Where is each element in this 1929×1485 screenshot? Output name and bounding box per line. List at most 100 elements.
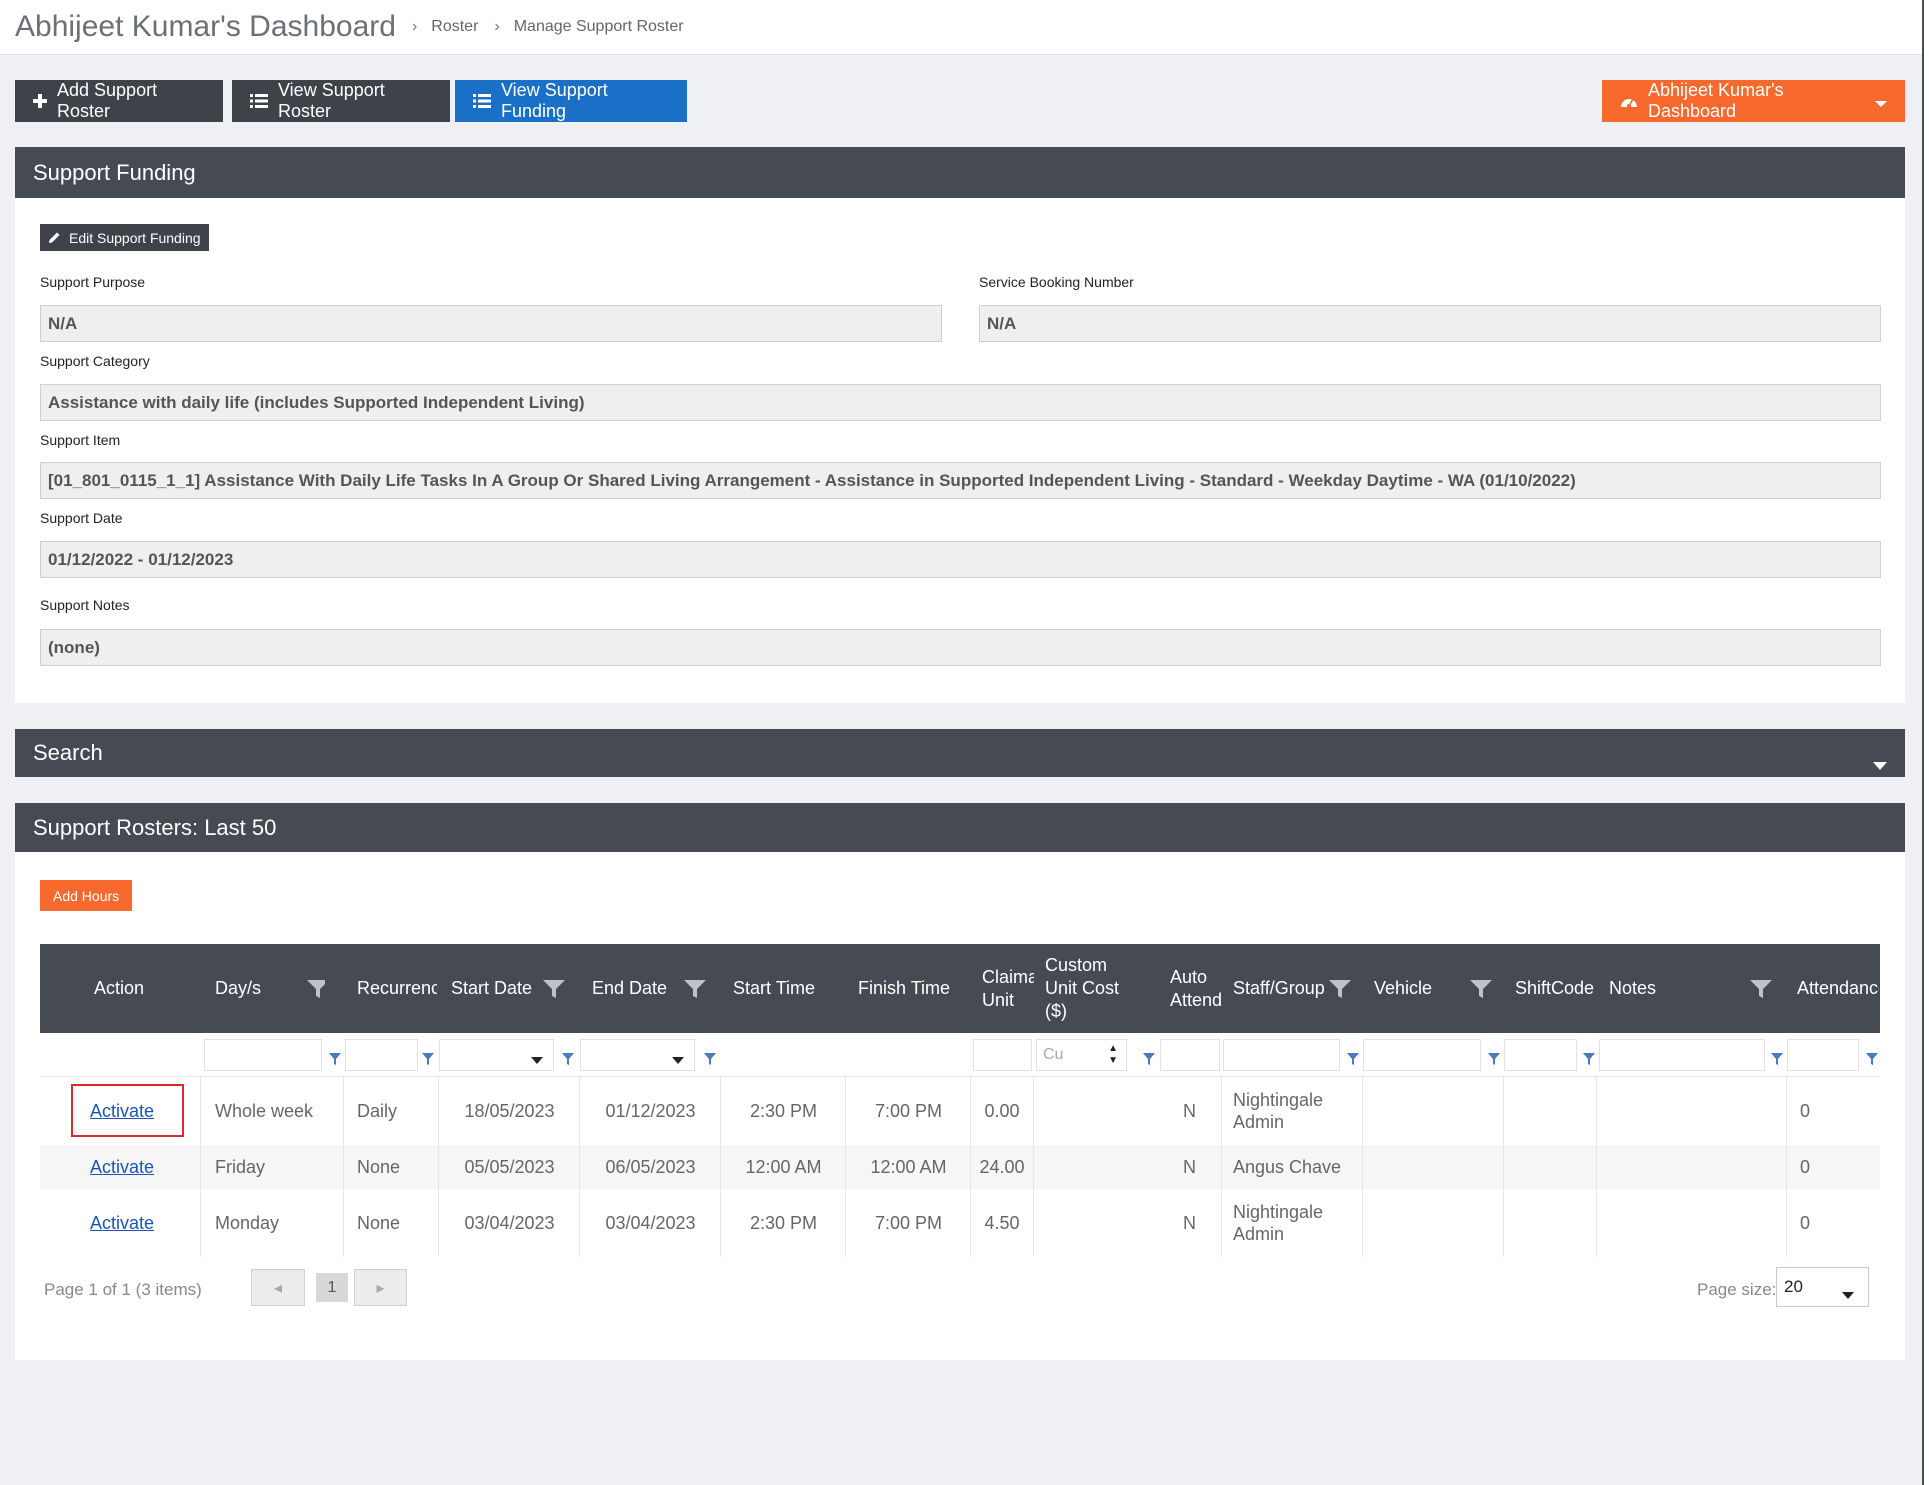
plus-icon bbox=[33, 94, 47, 108]
view-support-roster-button[interactable]: View Support Roster bbox=[232, 80, 450, 122]
filter-icon[interactable] bbox=[1750, 980, 1772, 1003]
filter-end-date-input[interactable] bbox=[580, 1039, 695, 1071]
filter-icon[interactable] bbox=[1488, 1053, 1500, 1072]
filter-icon[interactable] bbox=[1771, 1053, 1783, 1072]
column-header-finish-time[interactable]: Finish Time bbox=[858, 944, 983, 1033]
search-title: Search bbox=[33, 740, 103, 765]
column-header-days[interactable]: Day/s bbox=[215, 944, 325, 1033]
view-support-funding-button[interactable]: View Support Funding bbox=[455, 80, 687, 122]
support-notes-field: (none) bbox=[40, 629, 1881, 666]
column-divider bbox=[970, 1077, 971, 1257]
dashboard-icon bbox=[1620, 94, 1638, 108]
support-category-field: Assistance with daily life (includes Sup… bbox=[40, 384, 1881, 421]
filter-icon[interactable] bbox=[329, 1053, 341, 1072]
column-header-vehicle[interactable]: Vehicle bbox=[1374, 944, 1516, 1033]
support-date-label: Support Date bbox=[40, 510, 123, 526]
filter-staff-input[interactable] bbox=[1223, 1039, 1340, 1071]
filter-shiftcode-input[interactable] bbox=[1504, 1039, 1577, 1071]
filter-custom-cost-input[interactable]: Cu ▲ ▼ bbox=[1036, 1039, 1127, 1071]
filter-vehicle-input[interactable] bbox=[1363, 1039, 1481, 1071]
page-size-label: Page size: bbox=[1697, 1280, 1777, 1299]
column-header-action[interactable]: Action bbox=[94, 944, 204, 1033]
filter-icon[interactable] bbox=[307, 980, 325, 1003]
recurrence-cell: None bbox=[357, 1212, 401, 1233]
pager-prev-button[interactable]: ◂ bbox=[251, 1269, 305, 1306]
column-divider bbox=[720, 1077, 721, 1257]
add-hours-button[interactable]: Add Hours bbox=[40, 880, 133, 911]
filter-attendance-input[interactable] bbox=[1787, 1039, 1859, 1071]
row-action-cell: Activate bbox=[90, 1189, 200, 1257]
filter-icon[interactable] bbox=[1583, 1053, 1595, 1072]
activate-link[interactable]: Activate bbox=[90, 1157, 154, 1178]
breadcrumb-separator: › bbox=[411, 18, 418, 35]
add-support-roster-button[interactable]: Add Support Roster bbox=[15, 80, 223, 122]
column-header-custom-unit-cost[interactable]: Custom Unit Cost ($) bbox=[1045, 944, 1145, 1033]
column-divider bbox=[1503, 1077, 1504, 1257]
filter-days-input[interactable] bbox=[204, 1039, 322, 1071]
end-date-cell: 06/05/2023 bbox=[605, 1156, 696, 1177]
page-title: Abhijeet Kumar's Dashboard bbox=[15, 10, 396, 43]
pager-next-button[interactable]: ▸ bbox=[354, 1269, 407, 1306]
filter-icon[interactable] bbox=[1347, 1053, 1359, 1072]
caret-down-icon[interactable] bbox=[1873, 750, 1887, 776]
column-header-attendance[interactable]: Attendance bbox=[1797, 944, 1880, 1033]
column-divider bbox=[343, 1077, 344, 1257]
shiftcode-cell bbox=[1515, 1077, 1605, 1145]
spinner-icon[interactable]: ▲ ▼ bbox=[1108, 1043, 1118, 1067]
caret-down-icon bbox=[1842, 1284, 1854, 1304]
support-date-field: 01/12/2022 - 01/12/2023 bbox=[40, 541, 1881, 578]
filter-icon[interactable] bbox=[684, 980, 706, 1003]
filter-notes-input[interactable] bbox=[1599, 1039, 1765, 1071]
column-header-staff-group[interactable]: Staff/Group bbox=[1233, 944, 1375, 1033]
filter-icon[interactable] bbox=[543, 980, 565, 1003]
column-header-start-date[interactable]: Start Date bbox=[451, 944, 593, 1033]
end-date-cell: 01/12/2023 bbox=[605, 1100, 696, 1121]
highlight-box bbox=[71, 1084, 184, 1137]
edit-support-funding-button[interactable]: Edit Support Funding bbox=[40, 224, 209, 251]
page-size-select[interactable]: 20 bbox=[1776, 1267, 1869, 1307]
filter-icon[interactable] bbox=[422, 1053, 434, 1072]
filter-recurrence-input[interactable] bbox=[345, 1039, 418, 1071]
start-date-cell: 05/05/2023 bbox=[464, 1156, 555, 1177]
column-header-start-time[interactable]: Start Time bbox=[733, 944, 858, 1033]
support-rosters-header: Support Rosters: Last 50 bbox=[15, 803, 1905, 852]
page-size-value: 20 bbox=[1784, 1277, 1803, 1296]
pager-page-number[interactable]: 1 bbox=[316, 1273, 348, 1302]
column-header-auto-attend[interactable]: Auto Attend bbox=[1170, 944, 1222, 1033]
list-icon bbox=[250, 94, 268, 108]
caret-down-icon bbox=[1875, 91, 1887, 112]
filter-icon[interactable] bbox=[1470, 980, 1492, 1003]
column-header-claim-unit[interactable]: Claima Unit bbox=[982, 944, 1036, 1033]
table-row: Activate Monday None 03/04/2023 03/04/20… bbox=[40, 1189, 1880, 1257]
end-date-cell: 03/04/2023 bbox=[605, 1212, 696, 1233]
table-row: Activate Whole week Daily 18/05/2023 01/… bbox=[40, 1077, 1880, 1145]
recurrence-cell: Daily bbox=[357, 1100, 398, 1121]
filter-icon[interactable] bbox=[1866, 1053, 1878, 1072]
filter-claim-unit-input[interactable] bbox=[973, 1039, 1032, 1071]
column-divider bbox=[1221, 1077, 1222, 1257]
search-panel-header[interactable]: Search bbox=[15, 729, 1905, 777]
breadcrumb-roster[interactable]: Roster bbox=[431, 18, 478, 36]
view-support-funding-label: View Support Funding bbox=[501, 80, 608, 121]
column-header-shiftcode[interactable]: ShiftCode bbox=[1515, 944, 1610, 1033]
auto-attend-cell: N bbox=[1183, 1100, 1196, 1121]
filter-start-date-input[interactable] bbox=[439, 1039, 554, 1071]
filter-custom-cost-placeholder: Cu bbox=[1043, 1046, 1064, 1063]
column-header-notes[interactable]: Notes bbox=[1609, 944, 1801, 1033]
filter-icon[interactable] bbox=[1143, 1053, 1155, 1072]
caret-down-icon[interactable] bbox=[531, 1051, 543, 1069]
claim-unit-cell: 4.50 bbox=[984, 1212, 1020, 1233]
column-divider bbox=[1786, 1077, 1787, 1257]
column-header-end-date[interactable]: End Date bbox=[592, 944, 734, 1033]
filter-icon[interactable] bbox=[1329, 980, 1351, 1003]
filter-auto-attend-input[interactable] bbox=[1160, 1039, 1220, 1071]
activate-link[interactable]: Activate bbox=[90, 1213, 154, 1234]
filter-icon[interactable] bbox=[704, 1053, 716, 1072]
dashboard-menu-button[interactable]: Abhijeet Kumar's Dashboard bbox=[1602, 80, 1905, 122]
breadcrumb-separator: › bbox=[494, 18, 500, 35]
caret-down-icon[interactable] bbox=[672, 1051, 684, 1069]
list-icon bbox=[473, 94, 491, 108]
start-time-cell: 2:30 PM bbox=[749, 1100, 818, 1121]
filter-icon[interactable] bbox=[562, 1053, 574, 1072]
support-category-label: Support Category bbox=[40, 353, 150, 369]
